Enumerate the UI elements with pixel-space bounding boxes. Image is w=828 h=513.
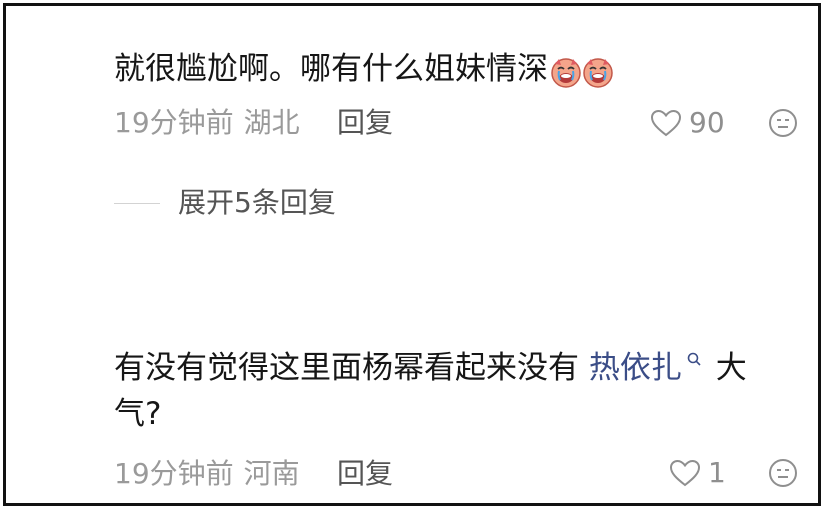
comment-2-body: 有没有觉得这里面杨幂看起来没有 (114, 350, 589, 386)
comment-1-like-count: 90 (689, 106, 725, 139)
expand-replies-button[interactable]: 展开5条回复 (114, 184, 336, 222)
comment-2-meta: 19分钟前 河南 (114, 455, 300, 493)
comment-1-reply-button[interactable]: 回复 (337, 104, 393, 142)
search-icon[interactable] (686, 351, 702, 367)
heart-outline-icon (669, 459, 701, 487)
comment-2-like-count: 1 (708, 456, 726, 489)
heart-outline-icon (650, 109, 682, 137)
expand-replies-label: 展开5条回复 (178, 186, 336, 219)
expand-divider (114, 202, 160, 204)
comment-2-body-end: 大 (705, 350, 747, 386)
comment-1-text: 就很尴尬啊。哪有什么姐妹情深 (114, 46, 614, 94)
comment-1-location: 湖北 (243, 106, 300, 139)
comment-2-text-line2: 气? (114, 396, 162, 432)
comment-2-text: 有没有觉得这里面杨幂看起来没有 热依扎 大 (114, 345, 747, 391)
comment-2-location: 河南 (243, 457, 300, 490)
dislike-face-icon[interactable] (767, 457, 799, 489)
comment-1-body: 就很尴尬啊。哪有什么姐妹情深 (114, 51, 548, 87)
comment-1-like-button[interactable]: 90 (649, 104, 725, 142)
comment-1-meta: 19分钟前 湖北 (114, 104, 300, 142)
crying-face-emoji (551, 58, 581, 88)
comment-1-emojis (550, 48, 614, 94)
comment-2-search-link[interactable]: 热依扎 (589, 350, 682, 386)
comment-panel: 就很尴尬啊。哪有什么姐妹情深 19分钟前 湖北 回复 90 展开5条回复 有没有… (3, 3, 821, 506)
dislike-face-icon[interactable] (767, 107, 799, 139)
comment-2-reply-button[interactable]: 回复 (337, 455, 393, 493)
comment-1-time: 19分钟前 (114, 106, 234, 139)
comment-2-like-button[interactable]: 1 (668, 454, 726, 492)
comment-2-time: 19分钟前 (114, 457, 234, 490)
crying-face-emoji (583, 58, 613, 88)
